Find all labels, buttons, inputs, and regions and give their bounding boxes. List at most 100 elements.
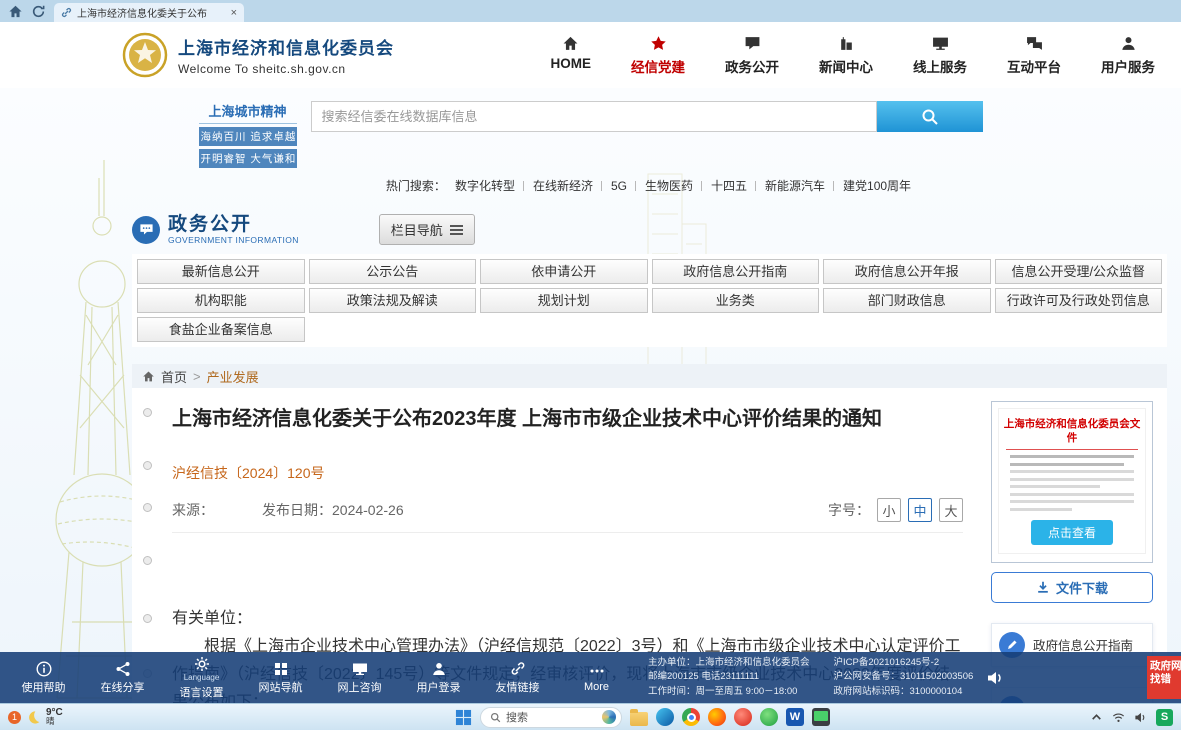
speaker-icon[interactable] (985, 668, 1005, 688)
breadcrumb-home[interactable]: 首页 (161, 367, 187, 386)
tab-title: 上海市经济信息化委关于公布 (77, 5, 226, 20)
start-button[interactable] (455, 709, 472, 726)
browser-refresh-icon[interactable] (31, 4, 46, 19)
toolbar-language[interactable]: Language 语言设置 (162, 656, 241, 700)
menu-item-announcements[interactable]: 公示公告 (309, 259, 477, 284)
edge-icon[interactable] (656, 708, 674, 726)
footer-column-right: 沪ICP备2021016245号-2 沪公网安备号：31011502003506… (834, 656, 974, 700)
menu-item-business[interactable]: 业务类 (652, 288, 820, 313)
file-explorer-icon[interactable] (630, 712, 648, 726)
nav-item-gov-info[interactable]: 政务公开 (725, 35, 779, 76)
green-app-icon[interactable] (760, 708, 778, 726)
firefox-icon[interactable] (708, 708, 726, 726)
hot-term[interactable]: 十四五 (711, 179, 747, 193)
browser-tab-bar: 上海市经济信息化委关于公布 × (0, 0, 1181, 22)
bing-icon (602, 710, 616, 724)
search-button[interactable] (877, 101, 983, 132)
tray-wifi-icon[interactable] (1112, 711, 1125, 724)
red-app-icon[interactable] (734, 708, 752, 726)
menu-item-salt-enterprise[interactable]: 食盐企业备案信息 (137, 317, 305, 342)
column-nav-button[interactable]: 栏目导航 (379, 214, 475, 245)
weather-text: 9°C 晴 (46, 708, 63, 727)
gear-icon (194, 656, 210, 672)
hot-term[interactable]: 数字化转型 (455, 179, 515, 193)
toolbar-friend-links[interactable]: 友情链接 (478, 661, 557, 695)
hot-term[interactable]: 新能源汽车 (765, 179, 825, 193)
hot-term[interactable]: 建党100周年 (843, 179, 911, 193)
menu-item-latest-info[interactable]: 最新信息公开 (137, 259, 305, 284)
speech-bubble-icon (744, 35, 761, 52)
nav-item-user-service[interactable]: 用户服务 (1101, 35, 1155, 76)
menu-burger-icon (450, 225, 463, 235)
nav-item-home[interactable]: HOME (551, 35, 592, 76)
tab-close-icon[interactable]: × (231, 7, 237, 19)
decoration-dot (143, 503, 152, 512)
taskbar-search[interactable]: 搜索 (480, 707, 622, 728)
article-paragraph: 有关单位： (172, 605, 963, 633)
browser-home-icon[interactable] (8, 4, 23, 19)
doc-text-line (1010, 493, 1134, 496)
nav-item-party-building[interactable]: 经信党建 (631, 35, 685, 76)
menu-cell-empty (309, 317, 477, 342)
tray-green-app-icon[interactable] (1156, 709, 1173, 726)
city-spirit-block: 上海城市精神 海纳百川 追求卓越 开明睿智 大气谦和 (199, 101, 297, 168)
menu-item-apply-disclosure[interactable]: 依申请公开 (480, 259, 648, 284)
footer-contact: 邮编200125 电话23111111 (648, 670, 810, 685)
site-identity: 上海市经济和信息化委员会 Welcome To sheitc.sh.gov.cn (178, 34, 394, 76)
menu-item-public-supervision[interactable]: 信息公开受理/公众监督 (995, 259, 1163, 284)
menu-item-finance-info[interactable]: 部门财政信息 (823, 288, 991, 313)
chrome-icon[interactable] (682, 708, 700, 726)
font-medium-button[interactable]: 中 (908, 498, 932, 522)
menu-item-policies[interactable]: 政策法规及解读 (309, 288, 477, 313)
toolbar-help[interactable]: 使用帮助 (4, 661, 83, 695)
font-large-button[interactable]: 大 (939, 498, 963, 522)
decoration-dot (143, 556, 152, 565)
tab-favicon-link-icon (61, 7, 72, 18)
toolbar-online-consult[interactable]: 网上咨询 (320, 661, 399, 695)
font-size-control: 字号： 小 中 大 (828, 498, 963, 522)
hot-term[interactable]: 生物医药 (645, 179, 693, 193)
notification-badge: 1 (8, 711, 21, 724)
menu-item-planning[interactable]: 规划计划 (480, 288, 648, 313)
tray-speaker-icon[interactable] (1134, 711, 1147, 724)
doc-text-line (1010, 455, 1134, 458)
hot-term[interactable]: 5G (611, 179, 627, 193)
menu-item-annual-report[interactable]: 政府信息公开年报 (823, 259, 991, 284)
doc-red-rule (1006, 449, 1138, 450)
user-icon (431, 661, 447, 677)
browser-tab[interactable]: 上海市经济信息化委关于公布 × (54, 3, 244, 22)
menu-item-admin-licensing[interactable]: 行政许可及行政处罚信息 (995, 288, 1163, 313)
toolbar-user-login[interactable]: 用户登录 (399, 661, 478, 695)
site-title: 上海市经济和信息化委员会 (178, 34, 394, 59)
toolbar-sitemap[interactable]: 网站导航 (241, 661, 320, 695)
hot-term[interactable]: 在线新经济 (533, 179, 593, 193)
site-footer-info: 主办单位：上海市经济和信息化委员会 邮编200125 电话23111111 工作… (648, 656, 973, 700)
nav-item-online-service[interactable]: 线上服务 (913, 35, 967, 76)
breadcrumb: 首页 > 产业发展 (132, 364, 1167, 388)
grid-icon (273, 661, 289, 677)
word-icon[interactable] (786, 708, 804, 726)
toolbar-share[interactable]: 在线分享 (83, 661, 162, 695)
nav-item-news[interactable]: 新闻中心 (819, 35, 873, 76)
decoration-dot (143, 408, 152, 417)
site-error-report-badge[interactable]: 政府网站 找错 (1147, 656, 1181, 699)
footer-column-left: 主办单位：上海市经济和信息化委员会 邮编200125 电话23111111 工作… (648, 656, 810, 700)
nav-item-interaction[interactable]: 互动平台 (1007, 35, 1061, 76)
display-app-icon[interactable] (812, 708, 830, 726)
menu-item-disclosure-guide[interactable]: 政府信息公开指南 (652, 259, 820, 284)
footer-icp: 沪ICP备2021016245号-2 (834, 656, 974, 671)
download-file-button[interactable]: 文件下载 (991, 572, 1153, 603)
weather-widget[interactable]: 1 9°C 晴 (8, 708, 63, 727)
document-number: 沪经信技〔2024〕120号 (172, 463, 963, 483)
tray-chevron-up-icon[interactable] (1090, 711, 1103, 724)
article-meta: 来源： 发布日期： 2024-02-26 字号： 小 中 大 (172, 498, 963, 533)
city-spirit-line: 海纳百川 追求卓越 (199, 127, 297, 146)
menu-item-org-functions[interactable]: 机构职能 (137, 288, 305, 313)
home-icon (142, 370, 155, 383)
toolbar-more[interactable]: More (557, 663, 636, 693)
font-small-button[interactable]: 小 (877, 498, 901, 522)
taskbar-search-label: 搜索 (506, 709, 528, 725)
search-input[interactable] (311, 101, 877, 132)
doc-text-line (1010, 478, 1134, 481)
view-attachment-button[interactable]: 点击查看 (1031, 520, 1113, 545)
